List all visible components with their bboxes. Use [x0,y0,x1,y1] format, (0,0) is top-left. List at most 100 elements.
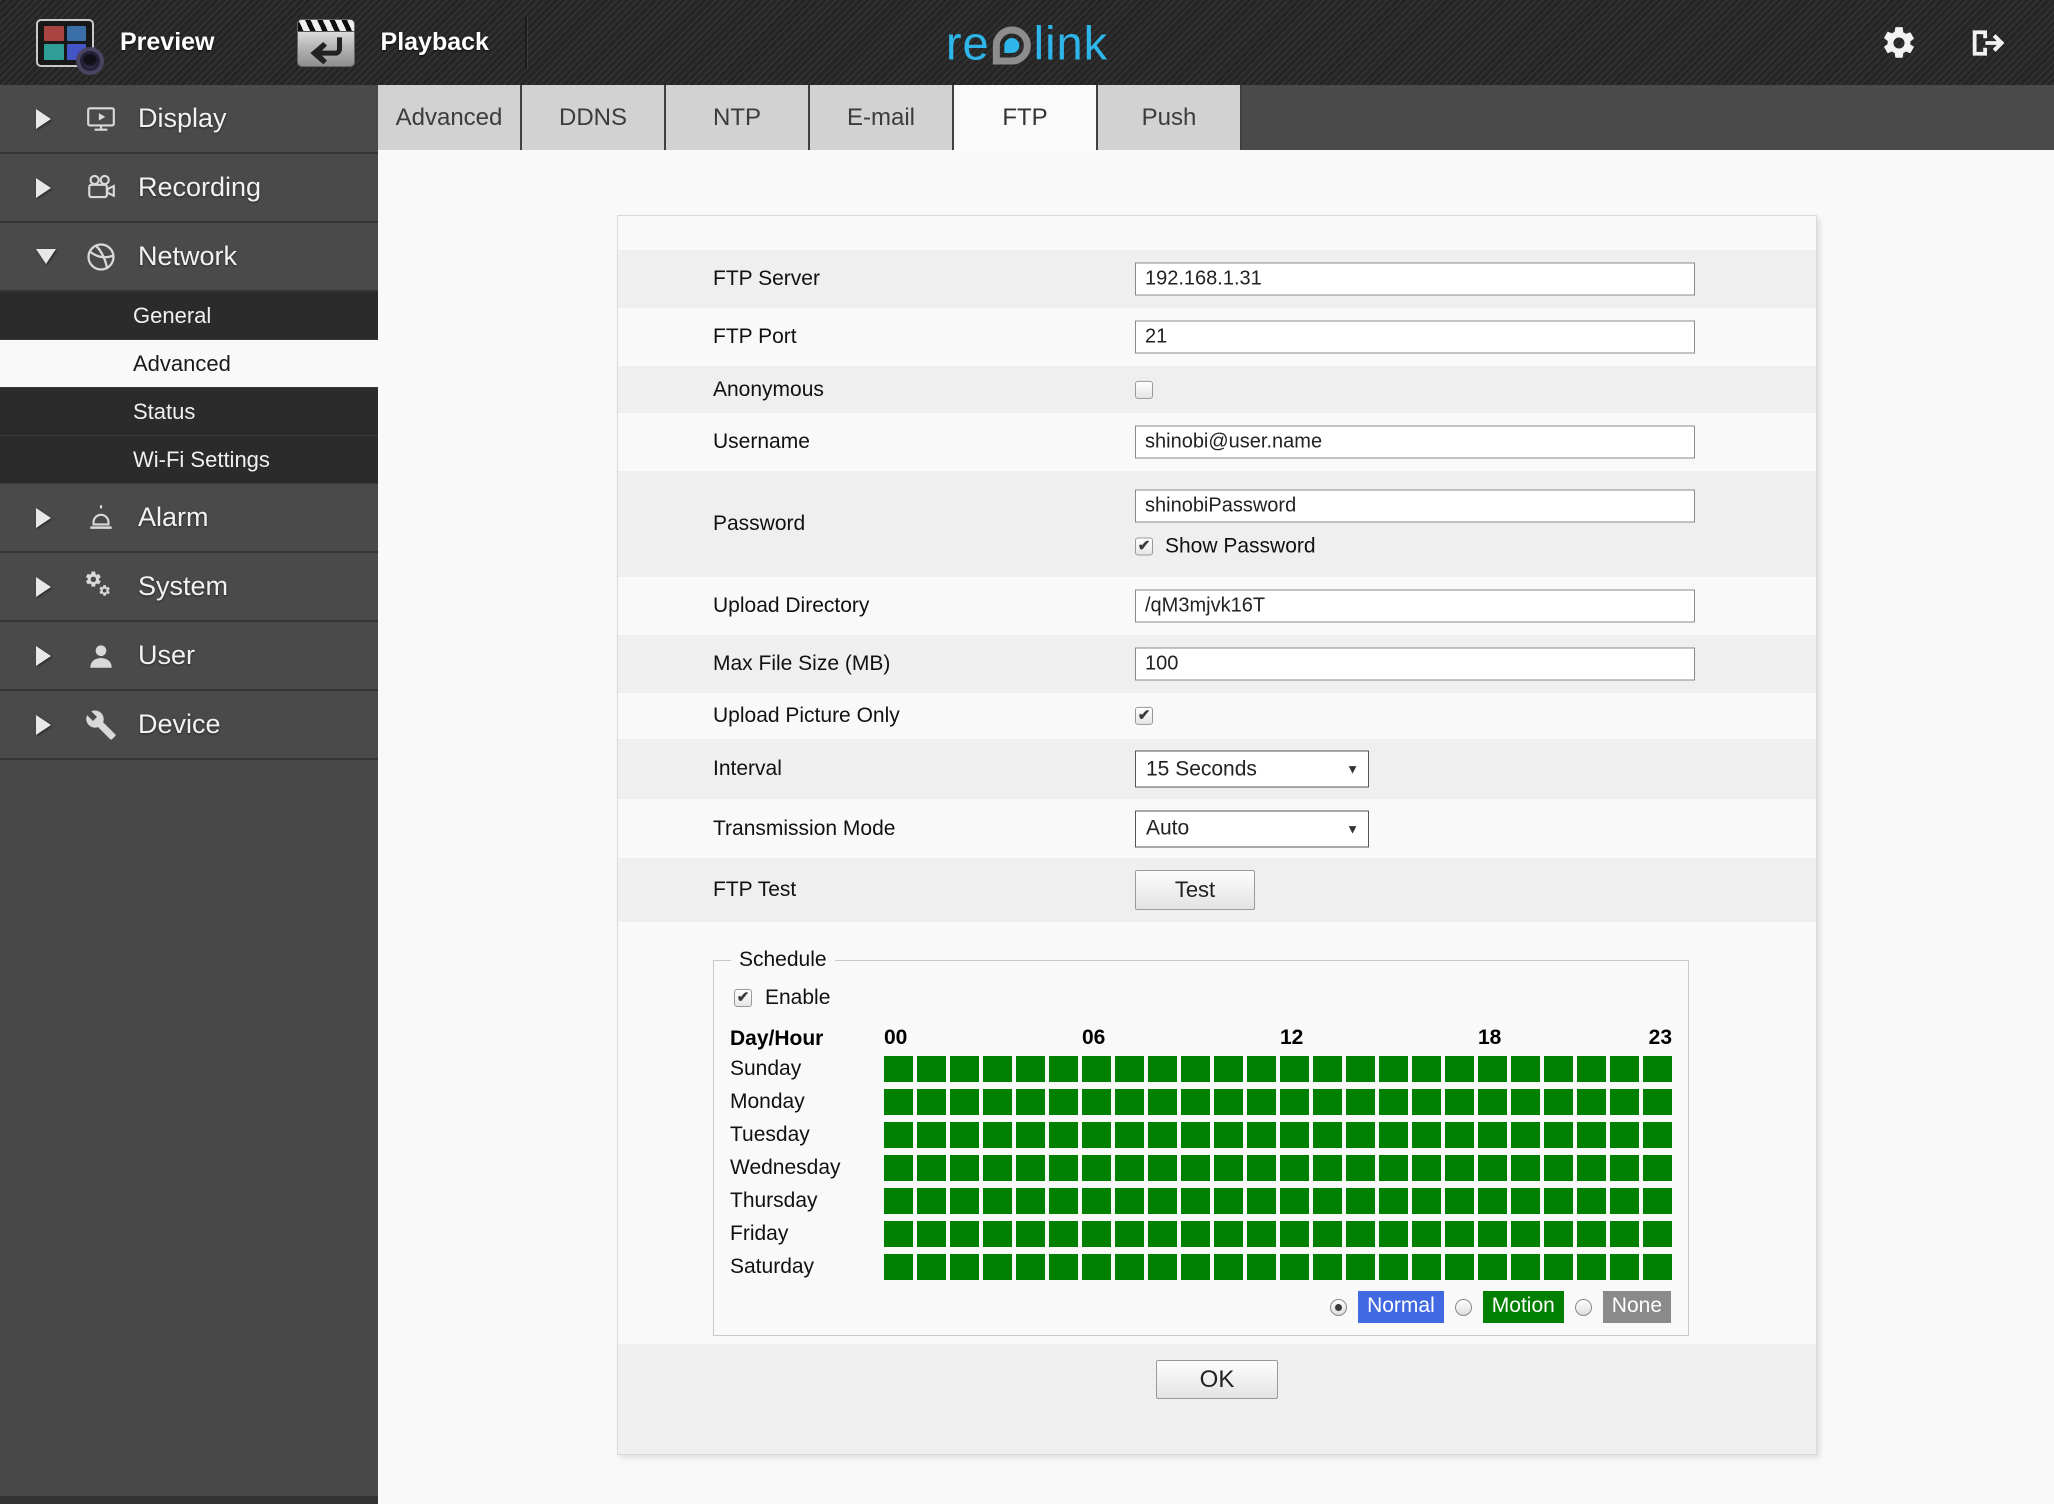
schedule-cell[interactable] [1313,1089,1342,1115]
schedule-cell[interactable] [1643,1221,1672,1247]
schedule-cell[interactable] [1478,1254,1507,1280]
schedule-cell[interactable] [1049,1122,1078,1148]
sidebar-subitem-general[interactable]: General [0,292,378,340]
schedule-cell[interactable] [1082,1089,1111,1115]
schedule-cell[interactable] [1016,1221,1045,1247]
schedule-cell[interactable] [1082,1155,1111,1181]
tab-advanced[interactable]: Advanced [378,85,522,150]
schedule-cell[interactable] [1445,1155,1474,1181]
schedule-cell[interactable] [1379,1056,1408,1082]
schedule-cell[interactable] [1280,1254,1309,1280]
schedule-cell[interactable] [917,1089,946,1115]
password-input[interactable] [1135,489,1695,523]
schedule-cell[interactable] [1445,1221,1474,1247]
schedule-cell[interactable] [1181,1155,1210,1181]
schedule-cell[interactable] [1247,1056,1276,1082]
schedule-cell[interactable] [1148,1254,1177,1280]
upload-directory-input[interactable] [1135,589,1695,623]
schedule-cell[interactable] [1478,1089,1507,1115]
show-password-checkbox[interactable]: ✔ [1135,537,1153,556]
schedule-cell[interactable] [1049,1188,1078,1214]
schedule-cell[interactable] [1577,1122,1606,1148]
schedule-cell[interactable] [1115,1122,1144,1148]
schedule-cell[interactable] [1082,1188,1111,1214]
schedule-cell[interactable] [1016,1155,1045,1181]
schedule-cell[interactable] [1313,1221,1342,1247]
schedule-cell[interactable] [1346,1221,1375,1247]
schedule-cell[interactable] [983,1254,1012,1280]
schedule-cell[interactable] [1412,1188,1441,1214]
schedule-cell[interactable] [1643,1254,1672,1280]
schedule-cell[interactable] [983,1089,1012,1115]
schedule-cell[interactable] [1016,1089,1045,1115]
schedule-cell[interactable] [1412,1254,1441,1280]
schedule-cell[interactable] [1511,1056,1540,1082]
schedule-cell[interactable] [1214,1155,1243,1181]
schedule-cell[interactable] [1082,1122,1111,1148]
transmission-mode-select[interactable]: Auto ▼ [1135,810,1369,847]
mode-radio-motion[interactable] [1454,1298,1472,1316]
sidebar-item-network[interactable]: Network [0,223,378,292]
tab-ftp[interactable]: FTP [954,85,1098,150]
schedule-cell[interactable] [950,1254,979,1280]
schedule-cell[interactable] [983,1122,1012,1148]
schedule-cell[interactable] [1544,1221,1573,1247]
schedule-cell[interactable] [1610,1155,1639,1181]
schedule-cell[interactable] [1247,1188,1276,1214]
schedule-cell[interactable] [1016,1188,1045,1214]
schedule-cell[interactable] [1544,1089,1573,1115]
schedule-cell[interactable] [1115,1089,1144,1115]
schedule-cell[interactable] [983,1221,1012,1247]
sidebar-item-alarm[interactable]: Alarm [0,484,378,553]
schedule-cell[interactable] [1148,1122,1177,1148]
schedule-cell[interactable] [1412,1155,1441,1181]
schedule-cell[interactable] [1511,1089,1540,1115]
schedule-cell[interactable] [1313,1155,1342,1181]
ftp-port-input[interactable] [1135,320,1695,354]
interval-select[interactable]: 15 Seconds ▼ [1135,750,1369,788]
schedule-cell[interactable] [1610,1056,1639,1082]
schedule-cell[interactable] [917,1254,946,1280]
schedule-cell[interactable] [1049,1155,1078,1181]
schedule-cell[interactable] [1379,1155,1408,1181]
schedule-cell[interactable] [1313,1122,1342,1148]
schedule-cell[interactable] [884,1221,913,1247]
schedule-cell[interactable] [884,1254,913,1280]
schedule-cell[interactable] [1445,1056,1474,1082]
tab-ntp[interactable]: NTP [666,85,810,150]
schedule-cell[interactable] [1280,1056,1309,1082]
schedule-cell[interactable] [1412,1089,1441,1115]
schedule-cell[interactable] [1313,1188,1342,1214]
schedule-cell[interactable] [917,1056,946,1082]
nav-playback[interactable]: Playback [296,18,489,67]
schedule-cell[interactable] [1544,1155,1573,1181]
schedule-cell[interactable] [983,1056,1012,1082]
schedule-cell[interactable] [1247,1221,1276,1247]
schedule-cell[interactable] [1445,1089,1474,1115]
schedule-cell[interactable] [1478,1122,1507,1148]
schedule-cell[interactable] [1313,1056,1342,1082]
schedule-cell[interactable] [1181,1122,1210,1148]
schedule-cell[interactable] [1610,1221,1639,1247]
schedule-cell[interactable] [1478,1056,1507,1082]
sidebar-item-recording[interactable]: Recording [0,154,378,223]
schedule-cell[interactable] [1181,1089,1210,1115]
schedule-cell[interactable] [1511,1221,1540,1247]
schedule-cell[interactable] [1280,1221,1309,1247]
schedule-cell[interactable] [1577,1155,1606,1181]
schedule-cell[interactable] [950,1188,979,1214]
schedule-cell[interactable] [1610,1089,1639,1115]
schedule-cell[interactable] [917,1122,946,1148]
schedule-cell[interactable] [884,1188,913,1214]
schedule-cell[interactable] [1148,1089,1177,1115]
tab-e-mail[interactable]: E-mail [810,85,954,150]
schedule-cell[interactable] [1049,1056,1078,1082]
schedule-cell[interactable] [1445,1188,1474,1214]
ftp-server-input[interactable] [1135,262,1695,296]
schedule-cell[interactable] [1115,1254,1144,1280]
schedule-cell[interactable] [1610,1254,1639,1280]
schedule-cell[interactable] [1346,1155,1375,1181]
schedule-cell[interactable] [1544,1122,1573,1148]
schedule-cell[interactable] [1379,1221,1408,1247]
schedule-cell[interactable] [1214,1122,1243,1148]
